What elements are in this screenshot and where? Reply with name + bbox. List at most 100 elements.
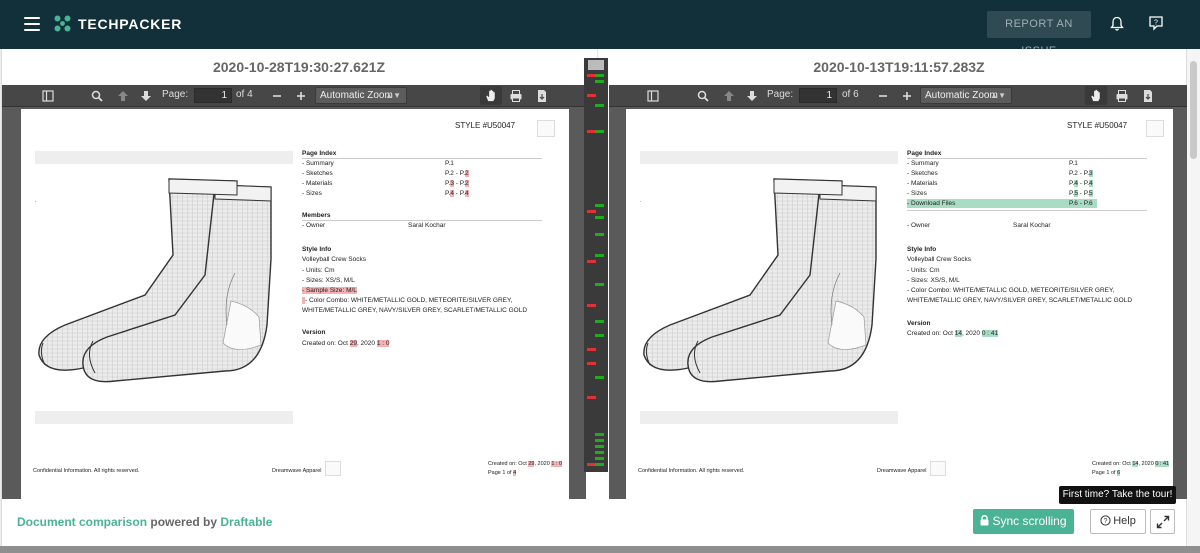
created-on: Created on: Oct 14, 2020 0 : 41 — [907, 330, 999, 337]
chevron-down-icon: ▲▼ — [385, 91, 401, 100]
left-document-title: 2020-10-28T19:30:27.621Z — [212, 59, 385, 75]
index-materials-label: - Materials — [907, 180, 938, 187]
insertion-marker[interactable] — [595, 445, 604, 448]
owner-label: - Owner — [302, 222, 326, 229]
top-app-bar: TECHPACKER REPORT AN ISSUE ? — [0, 0, 1200, 57]
minus-icon[interactable] — [875, 88, 891, 104]
insertion-marker[interactable] — [595, 104, 604, 107]
download-icon[interactable] — [1140, 88, 1156, 104]
print-icon[interactable] — [508, 88, 524, 104]
insertion-marker[interactable] — [595, 439, 604, 442]
track-viewport-indicator[interactable] — [588, 60, 604, 70]
left-pdf-viewer[interactable]: Page: 1 of 4 Automatic Zoom ▲▼ STYLE #U50… — [2, 85, 586, 499]
insertion-marker[interactable] — [595, 233, 604, 236]
sketch-marker: . — [640, 198, 642, 204]
insertion-marker[interactable] — [595, 80, 604, 83]
help-button[interactable]: ? Help — [1090, 509, 1146, 534]
insertion-marker[interactable] — [595, 457, 604, 460]
minus-icon[interactable] — [269, 88, 285, 104]
search-icon[interactable] — [89, 88, 105, 104]
expand-icon — [1156, 515, 1170, 529]
arrow-up-icon[interactable] — [115, 88, 131, 104]
page-label: Page: — [162, 89, 189, 100]
insertion-marker[interactable] — [595, 334, 604, 337]
insertion-marker[interactable] — [595, 216, 604, 219]
insertion-marker[interactable] — [595, 74, 604, 77]
style-info-heading: Style Info — [302, 246, 332, 253]
arrow-up-icon[interactable] — [721, 88, 737, 104]
color-combo-line-1: - Color Combo: WHITE/METALLIC GOLD, METE… — [302, 296, 512, 305]
image-bottom-bar — [35, 411, 293, 424]
units: - Units: Cm — [907, 267, 940, 274]
hand-icon — [486, 89, 495, 102]
download-icon[interactable] — [534, 88, 550, 104]
draftable-link[interactable]: Draftable — [220, 515, 272, 529]
deletion-marker[interactable] — [587, 348, 596, 351]
arrow-down-icon[interactable] — [744, 88, 760, 104]
scrollbar-thumb[interactable] — [1190, 61, 1197, 159]
change-track[interactable] — [584, 58, 608, 472]
index-download-files-label: - Download Files — [907, 200, 956, 207]
window-bottom-edge — [0, 546, 1200, 553]
insertion-marker[interactable] — [595, 433, 604, 436]
owner-name: Saral Kochar — [1013, 222, 1051, 229]
sock-sketch — [38, 178, 272, 383]
index-sizes-label: - Sizes — [302, 190, 322, 197]
hand-tool-button[interactable] — [480, 86, 502, 105]
page-scrollbar[interactable] — [1187, 49, 1200, 549]
deletion-marker[interactable] — [587, 260, 596, 263]
zoom-select[interactable]: Automatic Zoom ▲▼ — [920, 87, 1012, 104]
insertion-marker[interactable] — [595, 254, 604, 257]
arrow-down-icon[interactable] — [138, 88, 154, 104]
app-name: TECHPACKER — [78, 16, 183, 32]
version-heading: Version — [907, 320, 931, 327]
deletion-marker[interactable] — [587, 210, 596, 213]
plus-icon[interactable] — [293, 88, 309, 104]
deletion-marker[interactable] — [587, 362, 596, 365]
menu-icon[interactable] — [24, 17, 40, 31]
page-total: of 6 — [842, 89, 859, 100]
search-icon[interactable] — [695, 88, 711, 104]
svg-text:?: ? — [1154, 20, 1158, 27]
powered-by-text: powered by — [147, 515, 221, 529]
index-sizes-label: - Sizes — [907, 190, 927, 197]
zoom-select[interactable]: Automatic Zoom ▲▼ — [315, 87, 407, 104]
index-sketches-label: - Sketches — [302, 170, 333, 177]
page-number-input[interactable]: 1 — [194, 88, 232, 103]
insertion-marker[interactable] — [595, 283, 604, 286]
plus-icon[interactable] — [899, 88, 915, 104]
insertion-marker[interactable] — [595, 320, 604, 323]
insertion-marker[interactable] — [595, 376, 604, 379]
units: - Units: Cm — [302, 267, 335, 274]
style-info-heading: Style Info — [907, 246, 937, 253]
image-top-bar — [640, 151, 898, 164]
insertion-marker[interactable] — [595, 463, 604, 466]
insertion-marker[interactable] — [595, 130, 604, 133]
hand-tool-button[interactable] — [1085, 86, 1107, 105]
right-document-title: 2020-10-13T19:11:57.283Z — [813, 59, 985, 75]
sidebar-toggle-icon[interactable] — [645, 88, 661, 104]
document-comparison-link[interactable]: Document comparison — [17, 515, 147, 529]
deletion-marker[interactable] — [587, 94, 596, 97]
deletion-marker[interactable] — [587, 304, 596, 307]
section-rule — [302, 158, 542, 159]
insertion-marker[interactable] — [595, 451, 604, 454]
insertion-marker[interactable] — [595, 204, 604, 207]
index-summary-label: - Summary — [302, 160, 334, 167]
bell-icon[interactable] — [1110, 16, 1124, 32]
right-pdf-viewer[interactable]: Page: 1 of 6 Automatic Zoom ▲▼ STYLE #U50… — [609, 85, 1188, 499]
zoom-value: Automatic Zoom — [320, 90, 393, 101]
style-thumbnail — [1146, 120, 1164, 137]
page-number-input[interactable]: 1 — [799, 88, 837, 103]
deletion-marker[interactable] — [587, 396, 596, 399]
style-number: STYLE #U50047 — [1067, 121, 1128, 130]
index-download-files-pages: P.6 - P.6 — [1069, 200, 1093, 207]
sync-scrolling-button[interactable]: Sync scrolling — [973, 509, 1074, 534]
question-icon[interactable]: ? — [1148, 15, 1164, 31]
print-icon[interactable] — [1114, 88, 1130, 104]
tour-tooltip[interactable]: First time? Take the tour! — [1059, 486, 1176, 504]
fullscreen-button[interactable] — [1150, 509, 1175, 534]
report-issue-button[interactable]: REPORT AN ISSUE — [987, 11, 1091, 57]
page-label: Page: — [767, 89, 794, 100]
sidebar-toggle-icon[interactable] — [40, 88, 56, 104]
